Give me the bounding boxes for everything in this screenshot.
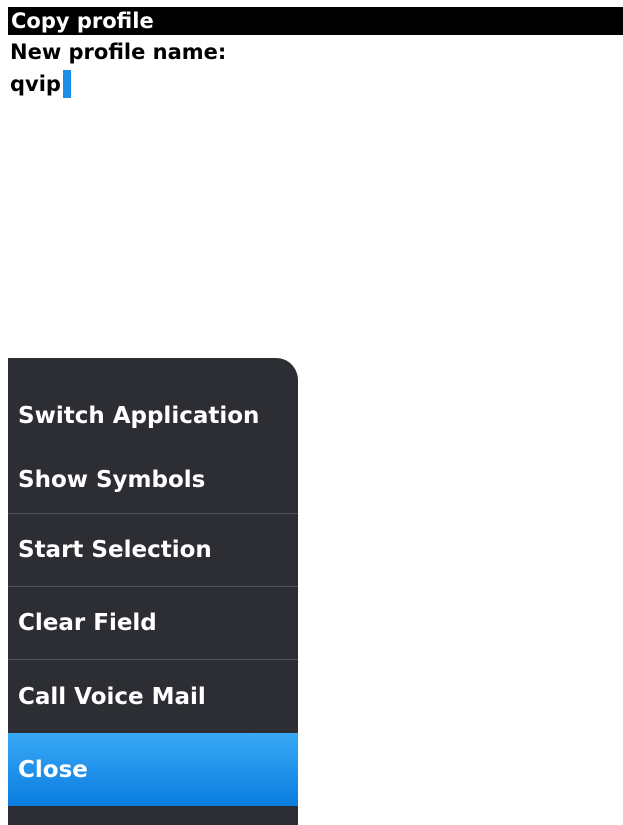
menu-item-call-voice-mail[interactable]: Call Voice Mail xyxy=(8,660,298,733)
text-cursor xyxy=(62,70,71,98)
menu-top-spacer xyxy=(8,358,298,386)
profile-name-field[interactable]: qvip xyxy=(10,70,71,98)
profile-name-text: qvip xyxy=(10,72,61,96)
menu-item-label: Clear Field xyxy=(18,610,157,636)
menu-item-switch-application[interactable]: Switch Application xyxy=(8,386,298,446)
context-menu: Switch Application Show Symbols Start Se… xyxy=(8,358,298,825)
menu-item-label: Switch Application xyxy=(18,403,260,429)
menu-item-label: Close xyxy=(18,756,88,783)
profile-name-label: New profile name: xyxy=(10,40,227,64)
menu-item-label: Start Selection xyxy=(18,537,212,563)
menu-item-clear-field[interactable]: Clear Field xyxy=(8,587,298,660)
menu-item-label: Call Voice Mail xyxy=(18,683,206,710)
menu-item-close[interactable]: Close xyxy=(8,733,298,806)
screen: Copy profile New profile name: qvip Swit… xyxy=(0,0,623,825)
dialog-title: Copy profile xyxy=(11,9,154,33)
menu-item-start-selection[interactable]: Start Selection xyxy=(8,514,298,587)
menu-item-show-symbols[interactable]: Show Symbols xyxy=(8,446,298,514)
menu-item-label: Show Symbols xyxy=(18,466,206,493)
dialog-title-bar: Copy profile xyxy=(8,7,623,35)
